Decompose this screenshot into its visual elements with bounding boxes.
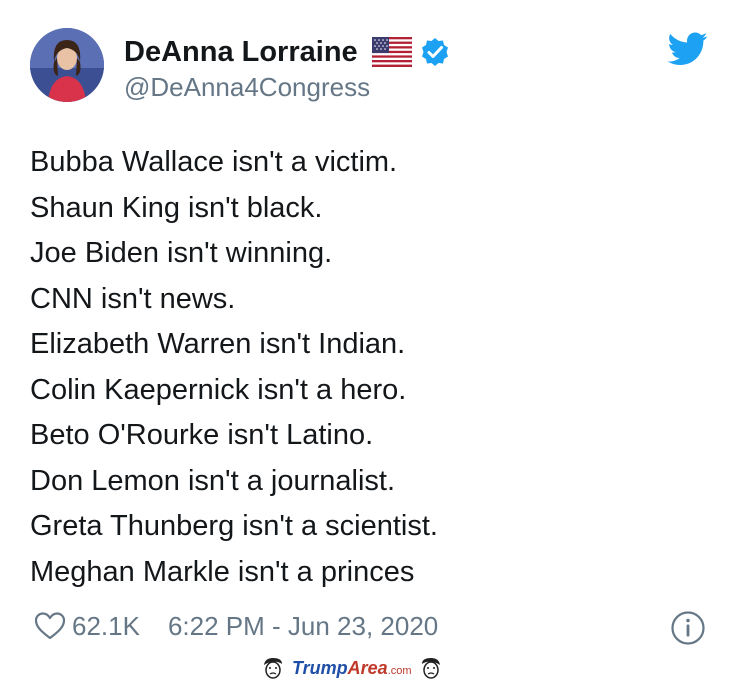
author-handle[interactable]: @DeAnna4Congress: [124, 72, 370, 103]
us-flag-icon: [371, 36, 412, 68]
tweet-line: Meghan Markle isn't a princes: [30, 555, 415, 588]
tweet-line: Joe Biden isn't winning.: [30, 237, 333, 269]
watermark-area: Area: [347, 657, 388, 678]
trump-face-icon: [418, 655, 444, 681]
tweet-line: CNN isn't news.: [30, 282, 236, 315]
tweet-line: Bubba Wallace isn't a victim.: [30, 146, 398, 178]
heart-icon[interactable]: [34, 611, 66, 641]
tweet-text: Bubba Wallace isn't a victim. Shaun King…: [30, 140, 438, 595]
tweet-card: DeAnna Lorraine @DeAnna4Congress Bubba W…: [0, 0, 740, 684]
info-icon[interactable]: [670, 610, 706, 646]
tweet-line: Elizabeth Warren isn't Indian.: [30, 328, 406, 360]
author-name-row: DeAnna Lorraine: [124, 34, 450, 70]
author-display-name[interactable]: DeAnna Lorraine: [124, 36, 358, 69]
watermark: TrumpArea.com: [260, 654, 444, 682]
tweet-line: Don Lemon isn't a journalist.: [30, 464, 396, 497]
verified-badge-icon: [420, 37, 450, 67]
tweet-meta: 62.1K 6:22 PM - Jun 23, 2020: [34, 606, 438, 646]
twitter-bird-icon[interactable]: [667, 32, 708, 66]
tweet-line: Colin Kaepernick isn't a hero.: [30, 373, 407, 406]
tweet-line: Shaun King isn't black.: [30, 191, 323, 224]
tweet-line: Greta Thunberg isn't a scientist.: [30, 510, 438, 542]
trump-face-icon: [260, 655, 286, 681]
avatar-image: [30, 28, 104, 102]
avatar[interactable]: [30, 28, 104, 102]
tweet-timestamp[interactable]: 6:22 PM - Jun 23, 2020: [168, 611, 438, 642]
like-count[interactable]: 62.1K: [72, 611, 140, 642]
watermark-text: TrumpArea.com: [292, 658, 412, 679]
watermark-trump: Trump: [292, 657, 348, 678]
watermark-suffix: .com: [387, 664, 412, 677]
tweet-line: Beto O'Rourke isn't Latino.: [30, 419, 374, 451]
